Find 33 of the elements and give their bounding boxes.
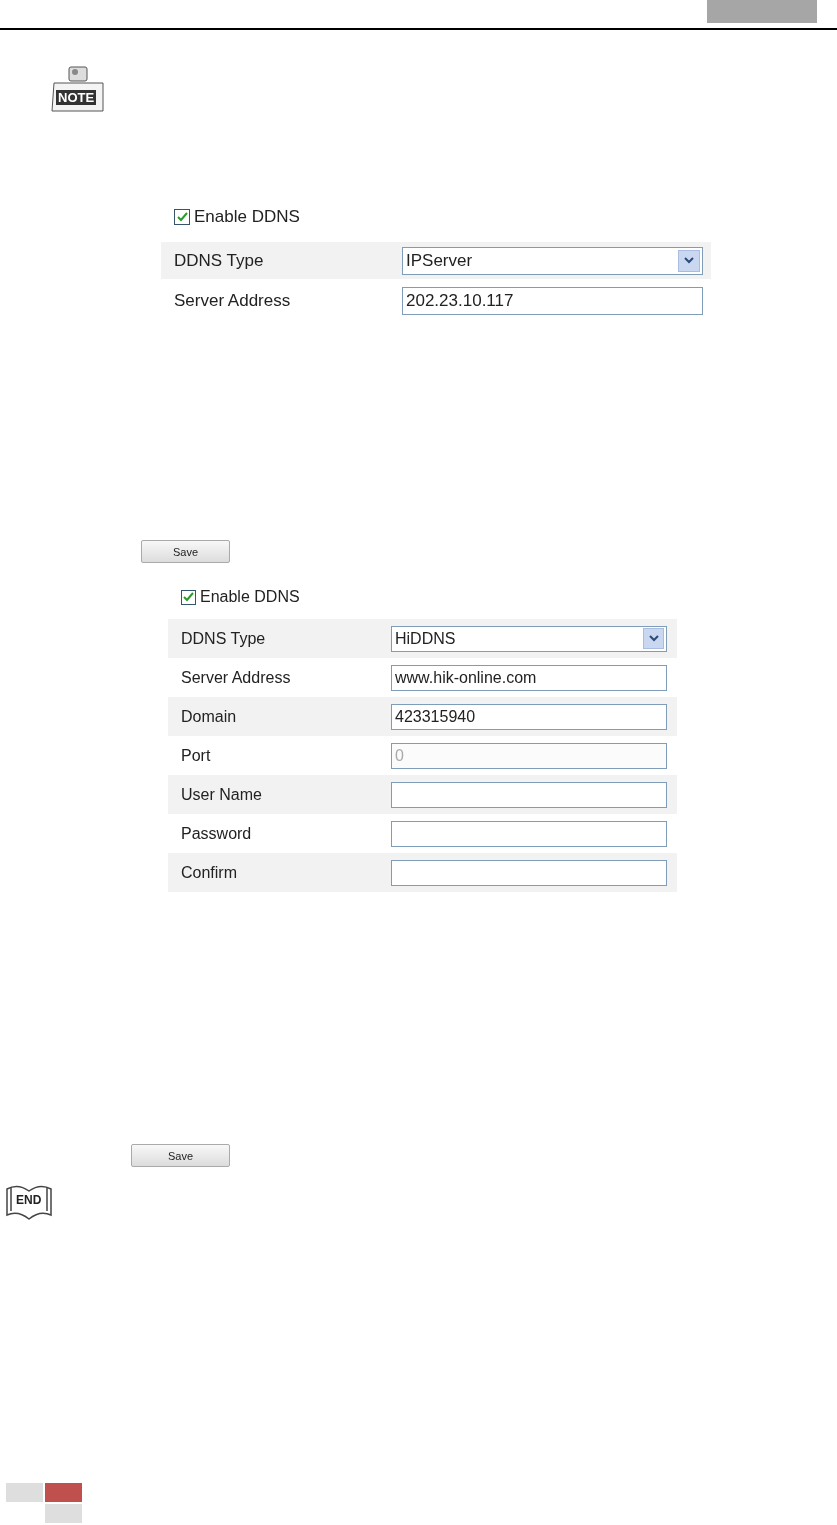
footer-block	[6, 1483, 43, 1502]
check-icon	[176, 212, 188, 222]
dropdown[interactable]: HiDDNS	[391, 625, 667, 652]
checkbox[interactable]	[181, 589, 196, 605]
input-field[interactable]: www.hik-online.com	[391, 664, 667, 691]
footer-block	[45, 1483, 82, 1502]
field-label: Server Address	[173, 290, 292, 311]
field-label: Port	[180, 746, 212, 765]
input-field[interactable]: 202.23.10.117	[402, 286, 703, 315]
checkbox-label: Enable DDNS	[194, 207, 300, 227]
save-button[interactable]: Save	[141, 540, 230, 563]
footer-block	[45, 1504, 82, 1523]
checkbox[interactable]	[174, 209, 190, 225]
field-label: Confirm	[180, 863, 238, 882]
note-label: NOTE	[56, 90, 97, 105]
chevron-down-icon	[684, 257, 694, 264]
field-label: Domain	[180, 707, 238, 726]
field-label: DDNS Type	[180, 629, 267, 648]
save-button[interactable]: Save	[131, 1144, 230, 1167]
chevron-down-icon	[648, 635, 659, 642]
input-field[interactable]	[391, 781, 667, 808]
input-field[interactable]	[391, 820, 667, 847]
field-label: Server Address	[180, 668, 292, 687]
checkbox-label: Enable DDNS	[200, 588, 300, 606]
input-field[interactable]: 423315940	[391, 703, 667, 730]
field-label: DDNS Type	[173, 250, 265, 271]
book-icon	[5, 1183, 53, 1221]
check-icon	[183, 592, 194, 602]
end-label: END	[16, 1193, 42, 1207]
field-label: Password	[180, 824, 253, 843]
input-field[interactable]	[391, 859, 667, 886]
field-label: User Name	[180, 785, 263, 804]
dropdown[interactable]: IPServer	[402, 246, 703, 275]
